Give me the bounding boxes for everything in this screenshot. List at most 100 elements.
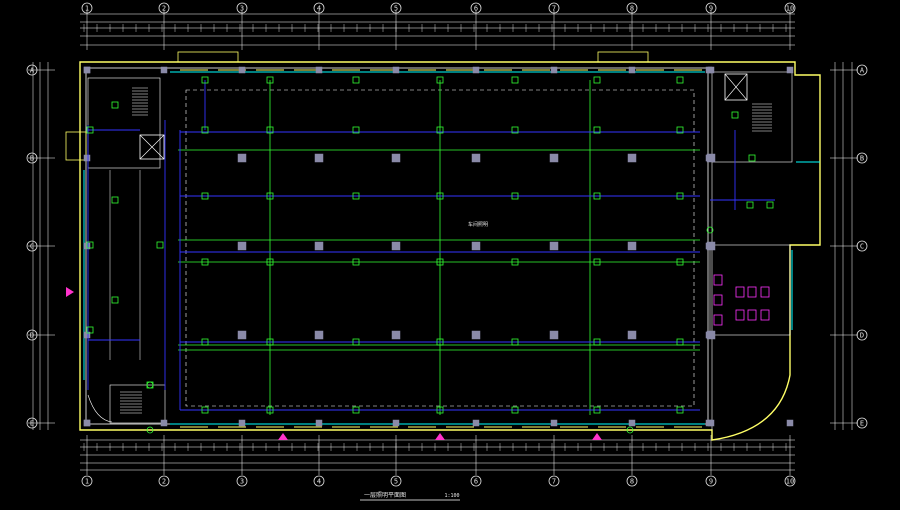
light-fixture — [111, 101, 119, 109]
drawing-scale: 1:100 — [444, 493, 459, 499]
axis-label-left: C — [30, 243, 34, 251]
axis-label-top: 6 — [474, 5, 478, 13]
entrance-markers — [66, 287, 602, 440]
perimeter-column — [160, 419, 168, 427]
perimeter-column — [315, 66, 323, 74]
light-fixture — [593, 76, 601, 84]
axis-label-left: D — [30, 332, 34, 340]
axis-label-top: 8 — [630, 5, 634, 13]
interior-column — [237, 241, 247, 251]
interior-column — [314, 330, 324, 340]
interior-column — [706, 241, 716, 251]
light-fixture — [746, 201, 754, 209]
light-fixtures — [86, 76, 774, 434]
perimeter-column — [392, 419, 400, 427]
perimeter-column — [786, 419, 794, 427]
toilet-fixture — [713, 314, 723, 326]
axis-label-left: E — [30, 420, 34, 428]
canopy-outline — [597, 51, 649, 63]
interior-column — [549, 330, 559, 340]
interior-column — [471, 330, 481, 340]
perimeter-column — [550, 419, 558, 427]
entrance-marker — [66, 287, 74, 297]
axis-label-bottom: 4 — [317, 478, 321, 486]
axis-label-right: C — [860, 243, 864, 251]
axis-label-left: A — [30, 67, 35, 75]
perimeter-column — [238, 419, 246, 427]
perimeter-column — [786, 66, 794, 74]
stair-core-right — [711, 71, 793, 163]
axis-label-bottom: 10 — [786, 478, 794, 486]
interior-column — [549, 153, 559, 163]
light-fixture — [156, 241, 164, 249]
axis-label-top: 1 — [85, 5, 89, 13]
interior-column — [391, 330, 401, 340]
toilet-fixture — [760, 309, 770, 321]
perimeter-column — [705, 419, 713, 427]
axis-label-top: 5 — [394, 5, 398, 13]
axis-label-bottom: 2 — [162, 478, 166, 486]
perimeter-column — [550, 66, 558, 74]
interior-column — [391, 241, 401, 251]
interior-column — [237, 153, 247, 163]
perimeter-column — [628, 419, 636, 427]
axis-label-top: 7 — [552, 5, 556, 13]
axis-label-bottom: 7 — [552, 478, 556, 486]
axis-label-top: 10 — [786, 5, 794, 13]
axis-label-left: B — [30, 155, 34, 163]
floor-plan-drawing: 1 2 3 4 5 6 7 8 9 10 1 2 3 4 5 6 7 8 9 10 A B C D E A B C D E 车间照明… — [26, 2, 868, 501]
toilet-fixture — [713, 294, 723, 306]
interior-column — [706, 153, 716, 163]
toilet-fixture — [735, 309, 745, 321]
toilet-fixture — [747, 309, 757, 321]
entrance-marker — [278, 433, 288, 440]
light-fixture — [111, 296, 119, 304]
axis-label-bottom: 5 — [394, 478, 398, 486]
axis-label-top: 3 — [240, 5, 244, 13]
perimeter-column — [705, 66, 713, 74]
axis-label-top: 4 — [317, 5, 321, 13]
toilet-fixture — [760, 286, 770, 298]
perimeter-column — [472, 419, 480, 427]
perimeter-column — [160, 66, 168, 74]
drawing-title: 一层照明平面图 — [364, 492, 406, 499]
perimeter-column — [315, 419, 323, 427]
entrance-marker — [592, 433, 602, 440]
interior-column — [706, 330, 716, 340]
light-fixture — [731, 111, 739, 119]
interior-column — [314, 241, 324, 251]
interior-column — [314, 153, 324, 163]
light-fixture — [352, 76, 360, 84]
axis-label-top: 9 — [709, 5, 713, 13]
light-fixture — [511, 76, 519, 84]
axis-markers-bottom: 1 2 3 4 5 6 7 8 9 10 — [81, 475, 796, 487]
toilet-fixture — [735, 286, 745, 298]
axis-label-bottom: 8 — [630, 478, 634, 486]
axis-label-right: A — [860, 67, 865, 75]
axis-label-right: E — [860, 420, 864, 428]
lighting-grid — [87, 80, 775, 415]
exterior-wall — [79, 61, 821, 441]
interior-column — [549, 241, 559, 251]
service-rooms — [713, 274, 770, 326]
perimeter-column — [83, 419, 91, 427]
axis-label-right: B — [860, 155, 864, 163]
light-fixture — [766, 201, 774, 209]
interior-column — [627, 330, 637, 340]
axis-markers-right: A B C D E — [856, 64, 868, 429]
interior-column — [391, 153, 401, 163]
axis-label-bottom: 9 — [709, 478, 713, 486]
interior-column — [627, 241, 637, 251]
perimeter-column — [472, 66, 480, 74]
interior-column — [471, 241, 481, 251]
perimeter-column — [628, 66, 636, 74]
light-fixture — [111, 196, 119, 204]
stair-core-left — [87, 77, 161, 169]
left-bay-projection — [65, 131, 87, 161]
axis-label-right: D — [860, 332, 864, 340]
interior-column — [471, 153, 481, 163]
light-fixture — [748, 154, 756, 162]
room-label-line1: 车间照明 — [468, 221, 488, 228]
toilet-fixture — [713, 274, 723, 286]
axis-label-bottom: 1 — [85, 478, 89, 486]
